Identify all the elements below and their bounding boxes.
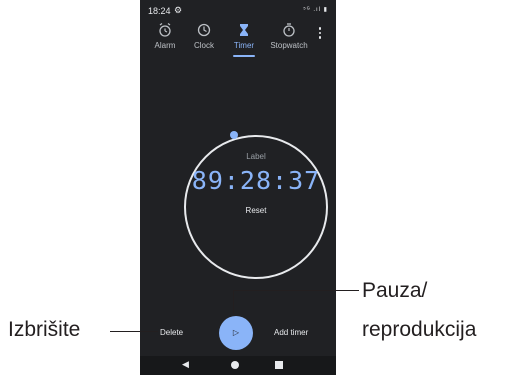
callout-delete: Izbrišite	[8, 318, 81, 341]
hourglass-icon	[240, 24, 248, 36]
tab-clock-label: Clock	[193, 41, 214, 50]
tab-stopwatch[interactable]: Stopwatch	[264, 20, 314, 58]
alarm-icon	[159, 23, 171, 37]
navigation-bar: ◀	[140, 356, 336, 375]
tab-alarm[interactable]: Alarm	[143, 20, 187, 58]
tab-clock[interactable]: Clock	[182, 20, 226, 58]
add-timer-button[interactable]: Add timer	[274, 328, 308, 337]
play-icon: ▷	[232, 328, 240, 337]
callout-play-vline	[233, 290, 234, 314]
callout-play-line2: reprodukcija	[362, 318, 477, 341]
timer-progress-knob[interactable]	[230, 131, 238, 139]
tab-timer-label: Timer	[233, 41, 255, 50]
home-icon[interactable]	[231, 361, 239, 369]
tab-bar: Alarm Clock Timer Stopwatch	[140, 20, 336, 60]
tab-stopwatch-label: Stopwatch	[270, 41, 308, 50]
more-options-icon[interactable]	[317, 27, 323, 41]
reset-button[interactable]: Reset	[184, 206, 328, 215]
tab-alarm-label: Alarm	[154, 41, 176, 50]
status-icons: ⁵ᴳ .ıl ▮	[303, 7, 328, 13]
recents-icon[interactable]	[275, 361, 283, 369]
callout-play-line1: Pauza/	[362, 279, 428, 302]
timer-time: 89:28:37	[191, 166, 321, 195]
status-time: 18:24	[148, 6, 171, 16]
stopwatch-icon	[283, 23, 295, 37]
delete-button[interactable]: Delete	[160, 328, 183, 337]
active-tab-indicator	[233, 55, 255, 57]
callout-play-line	[233, 290, 359, 291]
clock-icon	[197, 23, 211, 37]
settings-gear-icon: ⚙	[174, 5, 183, 15]
play-pause-button[interactable]: ▷	[219, 316, 253, 350]
callout-delete-line	[110, 331, 158, 332]
tab-timer[interactable]: Timer	[222, 20, 266, 58]
back-icon[interactable]: ◀	[182, 359, 189, 370]
status-bar: 18:24 ⚙ ⁵ᴳ .ıl ▮	[140, 0, 336, 20]
timer-label[interactable]: Label	[184, 152, 328, 161]
phone-screen: 18:24 ⚙ ⁵ᴳ .ıl ▮ Alarm Clock Timer Stopw…	[140, 0, 336, 375]
